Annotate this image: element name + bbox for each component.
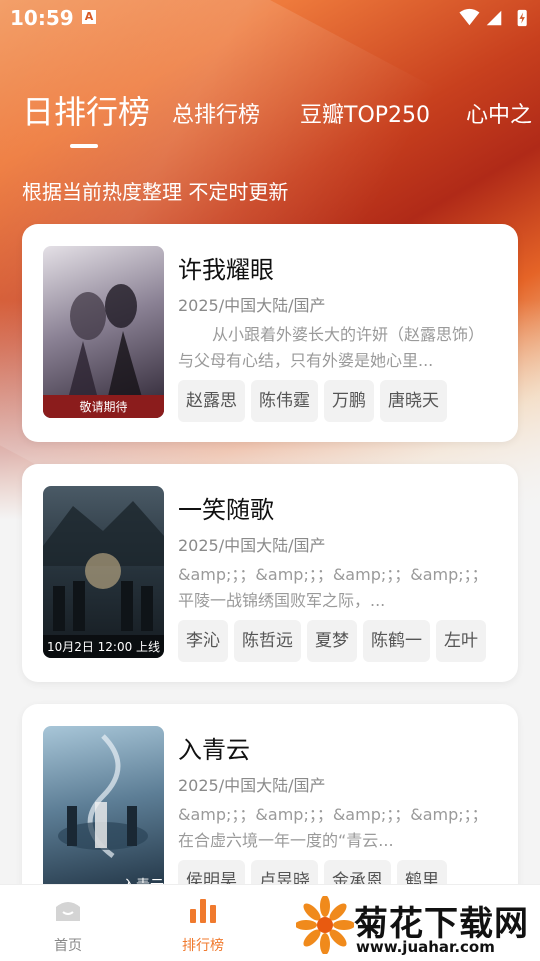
nav-ranking-label: 排行榜 [182,938,224,954]
poster-art [43,501,164,631]
drama-description: 从小跟着外婆长大的许妍（赵露思饰）与父母有心结，只有外婆是她心里... [178,325,485,370]
drama-meta: 2025/中国大陆/国产 [178,536,326,555]
ranking-subtitle: 根据当前热度整理 不定时更新 [22,180,289,204]
tab-daily[interactable]: 日排行榜 [22,88,150,136]
app-notification-icon: A [82,10,96,24]
tab-overall[interactable]: 总排行榜 [172,92,260,140]
drama-description: &amp;；；&amp;；；&amp;；；&amp;；；在合虚六境一年一度的“青… [178,805,488,850]
poster-caption: 敬请期待 [43,395,164,418]
cast-list: 赵露思 陈伟霆 万鹏 唐晓天 [178,380,508,424]
drama-description: &amp;；；&amp;；；&amp;；；&amp;；；平陵一战锦绣国败军之际，… [178,565,488,610]
drama-poster[interactable]: 入青云 [43,726,164,898]
tab-indicator [70,144,98,148]
drama-card[interactable]: 敬请期待 许我耀眼 2025/中国大陆/国产 从小跟着外婆长大的许妍（赵露思饰）… [22,224,518,442]
system-icons [459,8,527,27]
cast-chip[interactable]: 唐晓天 [380,380,447,422]
cast-chip[interactable]: 万鹏 [324,380,374,422]
wifi-icon [459,8,480,26]
nav-home[interactable]: 首页 [8,885,128,961]
drama-meta: 2025/中国大陆/国产 [178,296,326,315]
drama-title: 一笑随歌 [178,496,274,524]
nav-home-label: 首页 [54,938,82,954]
drama-poster[interactable]: 敬请期待 [43,246,164,418]
chart-icon [190,899,216,923]
drama-title: 入青云 [178,736,250,764]
cast-list: 李沁 陈哲远 夏梦 陈鹤一 左叶 [178,620,508,664]
cast-chip[interactable]: 陈鹤一 [363,620,430,662]
poster-caption: 10月2日 12:00 上线 [43,635,164,658]
tab-douban-top250[interactable]: 豆瓣TOP250 [300,92,430,140]
home-icon [56,902,80,921]
cast-chip[interactable]: 陈哲远 [234,620,301,662]
status-time: 10:59 [10,6,74,30]
site-watermark: 菊花下载网 www.juahar.com [296,890,540,960]
drama-card[interactable]: 10月2日 12:00 上线 一笑随歌 2025/中国大陆/国产 &amp;；；… [22,464,518,682]
signal-icon [486,10,502,26]
flower-logo-icon [296,896,354,954]
ranking-tabs: 日排行榜 总排行榜 豆瓣TOP250 心中之 [22,88,540,148]
watermark-url: www.juahar.com [356,938,495,956]
cast-chip[interactable]: 夏梦 [307,620,357,662]
drama-meta: 2025/中国大陆/国产 [178,776,326,795]
cast-chip[interactable]: 左叶 [436,620,486,662]
cast-chip[interactable]: 赵露思 [178,380,245,422]
cast-chip[interactable]: 李沁 [178,620,228,662]
drama-poster[interactable]: 10月2日 12:00 上线 [43,486,164,658]
cast-chip[interactable]: 陈伟霆 [251,380,318,422]
status-bar: 10:59 A [0,0,540,38]
nav-ranking[interactable]: 排行榜 [143,885,263,961]
tab-favorites[interactable]: 心中之 [466,92,532,140]
drama-title: 许我耀眼 [178,256,274,284]
poster-art [63,284,148,418]
